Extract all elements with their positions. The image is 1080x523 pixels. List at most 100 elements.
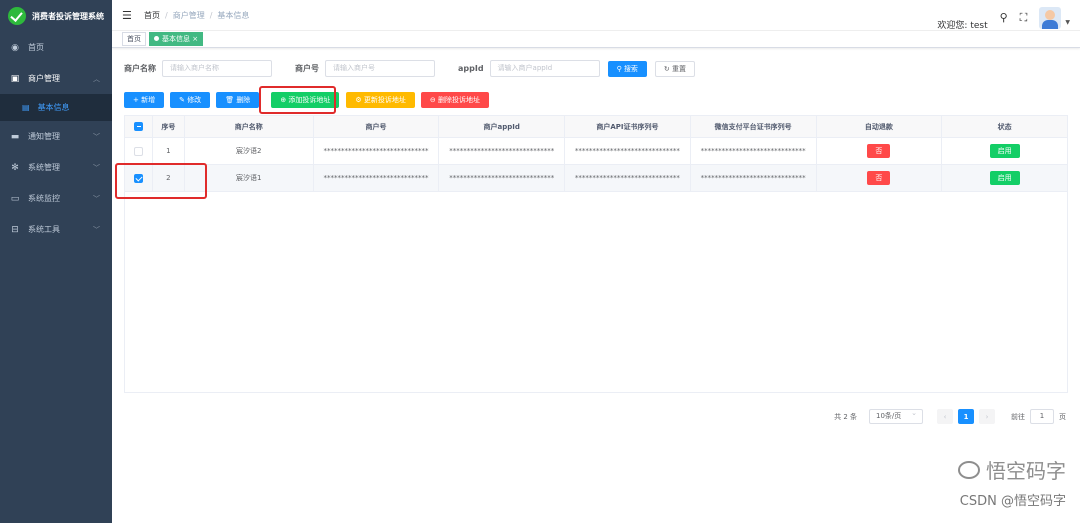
breadcrumb-basic-info: 基本信息 — [217, 10, 250, 20]
sidebar-item-label: 首页 — [28, 43, 44, 52]
hamburger-icon[interactable]: ☰ — [122, 9, 132, 22]
auto-refund-badge[interactable]: 否 — [867, 171, 891, 185]
page-suffix: 页 — [1059, 412, 1066, 421]
row-mchid: ****************************** — [314, 138, 440, 164]
goto-label: 前往 — [1011, 412, 1025, 421]
welcome-text: 欢迎您: test — [937, 21, 988, 31]
sidebar-item-basic-info[interactable]: ▤ 基本信息 — [0, 94, 112, 121]
select-all-cell[interactable] — [125, 116, 153, 137]
tag-basic-info[interactable]: 基本信息 × — [149, 32, 204, 46]
tag-home[interactable]: 首页 — [122, 32, 146, 46]
search-icon: ⚲ — [616, 64, 624, 73]
row-name: 宸汐语2 — [185, 138, 314, 164]
search-icon[interactable]: ⚲ — [1000, 11, 1008, 24]
merchant-table: 序号 商户名称 商户号 商户appId 商户API证书序列号 微信支付平台证书序… — [124, 115, 1068, 393]
row-status-cell: 启用 — [942, 165, 1067, 191]
delete-button[interactable]: 🗑 删除 — [216, 92, 260, 108]
caret-down-icon[interactable]: ▼ — [1065, 19, 1070, 26]
row-platform-serial: ****************************** — [691, 138, 817, 164]
logo-icon — [8, 7, 26, 25]
row-mchid: ****************************** — [314, 165, 440, 191]
tool-icon: ⊟ — [11, 224, 19, 235]
sidebar-item-system[interactable]: ✻ 系统管理 ﹀ — [0, 152, 112, 183]
col-header: 自动退款 — [817, 116, 943, 137]
merchant-no-label: 商户号 — [295, 64, 319, 73]
monitor-icon: ▭ — [10, 193, 20, 204]
row-status-cell: 启用 — [942, 138, 1067, 164]
row-api-serial: ****************************** — [565, 138, 691, 164]
chevron-down-icon: ﹀ — [93, 194, 100, 203]
sidebar-item-tool[interactable]: ⊟ 系统工具 ﹀ — [0, 214, 112, 245]
breadcrumb: 首页 / 商户管理 / 基本信息 — [144, 10, 250, 20]
appid-input[interactable]: 请输入商户appId — [489, 60, 600, 77]
sidebar-item-label: 商户管理 — [28, 74, 60, 83]
chevron-down-icon: ﹀ — [93, 163, 100, 172]
table-row[interactable]: 1 宸汐语2 ****************************** **… — [125, 138, 1067, 165]
col-header: 商户号 — [314, 116, 440, 137]
delete-complaint-url-button[interactable]: ⊖ 删除投诉地址 — [420, 92, 490, 108]
highlight-selected-row — [115, 163, 207, 199]
table-header: 序号 商户名称 商户号 商户appId 商户API证书序列号 微信支付平台证书序… — [125, 116, 1067, 138]
update-complaint-url-button[interactable]: ⚙ 更新投诉地址 — [346, 92, 415, 108]
search-button[interactable]: ⚲ 搜索 — [607, 60, 647, 77]
status-badge[interactable]: 启用 — [989, 171, 1020, 185]
col-header: 序号 — [153, 116, 185, 137]
auto-refund-badge[interactable]: 否 — [867, 144, 891, 158]
next-page-button[interactable]: › — [979, 409, 995, 424]
row-appid: ****************************** — [439, 138, 566, 164]
list-icon: ▤ — [22, 103, 30, 112]
row-auto-refund-cell: 否 — [817, 138, 943, 164]
watermark-subtitle: CSDN @悟空码字 — [959, 494, 1066, 509]
table-row[interactable]: 2 宸汐语1 ****************************** **… — [125, 165, 1067, 192]
dashboard-icon: ◉ — [11, 42, 19, 53]
minus-circle-icon: ⊖ — [429, 96, 439, 104]
tag-label: 基本信息 — [162, 35, 190, 43]
plus-icon: + — [133, 96, 142, 104]
trash-icon: 🗑 — [225, 96, 237, 104]
sidebar-item-home[interactable]: ◉ 首页 — [0, 32, 112, 63]
avatar[interactable] — [1039, 6, 1062, 29]
highlight-add-url — [259, 86, 336, 114]
sidebar-item-label: 系统工具 — [28, 225, 60, 234]
reset-button[interactable]: ↻ 重置 — [654, 60, 696, 77]
row-api-serial: ****************************** — [565, 165, 691, 191]
col-header: 商户API证书序列号 — [565, 116, 691, 137]
app-logo[interactable]: 消费者投诉管理系统 — [0, 0, 112, 32]
merchant-no-input[interactable]: 请输入商户号 — [325, 60, 435, 77]
add-button[interactable]: + 新增 — [124, 92, 165, 108]
row-index: 1 — [153, 138, 185, 164]
col-header: 商户名称 — [185, 116, 314, 137]
shop-icon: ▣ — [10, 73, 20, 84]
sidebar-item-label: 基本信息 — [37, 103, 70, 112]
col-header: 商户appId — [439, 116, 566, 137]
fullscreen-icon[interactable]: ⛶ — [1020, 11, 1028, 25]
row-select-cell[interactable] — [125, 138, 153, 164]
close-icon[interactable]: × — [192, 35, 198, 43]
sidebar-item-label: 系统管理 — [28, 163, 60, 172]
sidebar-item-notify[interactable]: ▬ 通知管理 ﹀ — [0, 121, 112, 152]
watermark-title: 悟空码字 — [958, 455, 1066, 484]
row-appid: ****************************** — [439, 165, 566, 191]
row-auto-refund-cell: 否 — [817, 165, 943, 191]
sidebar-item-merchant[interactable]: ▣ 商户管理 ︿ — [0, 63, 112, 94]
chevron-down-icon: ﹀ — [93, 225, 100, 234]
page-size-select[interactable]: 10条/页 — [869, 407, 923, 424]
goto-page-input[interactable]: 1 — [1030, 409, 1054, 424]
row-checkbox[interactable] — [133, 146, 143, 156]
sidebar-item-monitor[interactable]: ▭ 系统监控 ﹀ — [0, 183, 112, 214]
pagination: 共 2 条 10条/页 ‹ 1 › 前往 1 页 — [834, 407, 1066, 424]
page-number[interactable]: 1 — [958, 409, 974, 424]
breadcrumb-merchant: 商户管理 — [172, 10, 205, 20]
refresh-icon: ↻ — [663, 64, 673, 73]
col-header: 微信支付平台证书序列号 — [691, 116, 817, 137]
chevron-down-icon: ﹀ — [93, 132, 100, 141]
select-all-checkbox[interactable] — [133, 122, 143, 131]
prev-page-button[interactable]: ‹ — [937, 409, 953, 424]
breadcrumb-home[interactable]: 首页 — [144, 11, 160, 20]
pagination-total: 共 2 条 — [834, 412, 857, 421]
wechat-icon — [958, 460, 980, 479]
status-badge[interactable]: 启用 — [989, 144, 1020, 158]
edit-button[interactable]: ✎ 修改 — [170, 92, 211, 108]
row-platform-serial: ****************************** — [691, 165, 817, 191]
merchant-name-input[interactable]: 请输入商户名称 — [162, 60, 272, 77]
